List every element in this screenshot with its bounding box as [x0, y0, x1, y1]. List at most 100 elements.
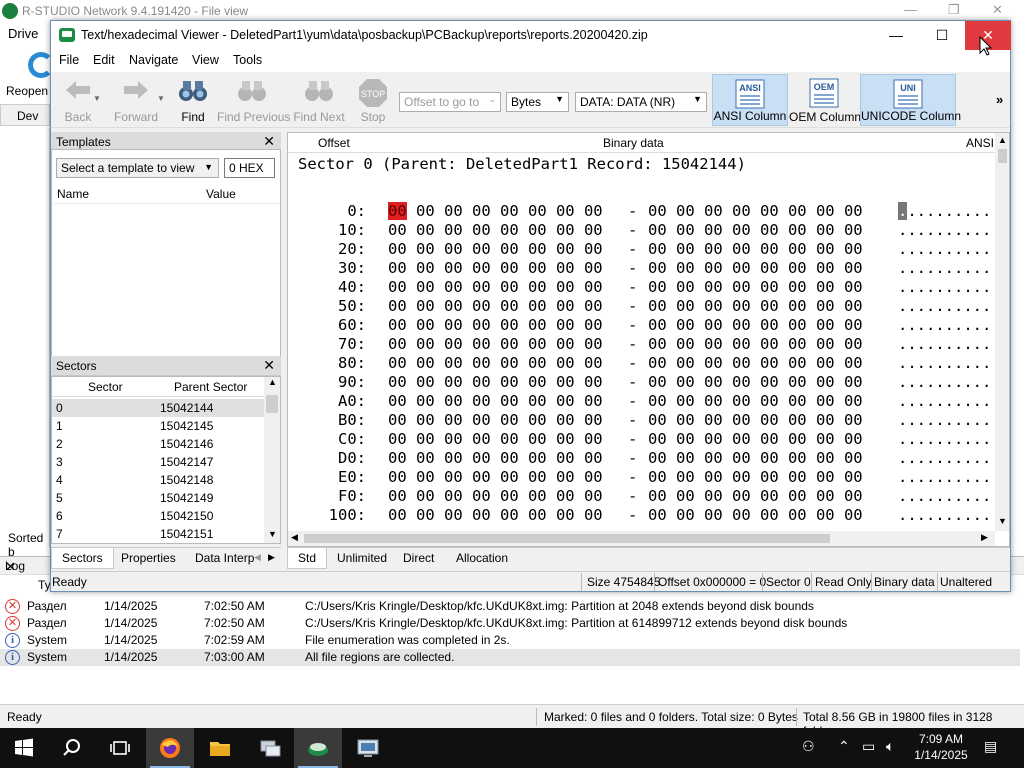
find-next-button[interactable]: Find Next: [291, 74, 347, 126]
template-offset-input[interactable]: 0 HEX: [224, 158, 275, 178]
bg-devices-tab[interactable]: Dev: [0, 104, 50, 126]
hex-row[interactable]: 20: 00 00 00 00 00 00 00 00-00 00 00 00 0…: [288, 240, 991, 259]
chevron-up-icon[interactable]: ⌃: [838, 738, 850, 755]
volume-icon[interactable]: 🔈︎: [886, 738, 894, 755]
offset-goto-input[interactable]: Offset to go to ⌄: [399, 92, 501, 112]
bg-maximize-icon[interactable]: ❐: [948, 2, 960, 18]
bg-close-icon[interactable]: ✕: [992, 2, 1003, 18]
ansi-column-toggle[interactable]: ANSI ANSI Column: [712, 74, 788, 126]
hex-col-binary[interactable]: Binary data: [603, 136, 664, 150]
tab-std[interactable]: Std: [287, 548, 328, 569]
menu-file[interactable]: File: [59, 53, 79, 67]
find-button[interactable]: Find: [173, 74, 213, 126]
data-mode-select[interactable]: DATA: DATA (NR) ▼: [575, 92, 707, 112]
selected-ansi-char[interactable]: .: [898, 202, 908, 220]
taskbar-network-app[interactable]: [246, 728, 294, 768]
hex-row[interactable]: 40: 00 00 00 00 00 00 00 00-00 00 00 00 0…: [288, 278, 991, 297]
scroll-up-icon[interactable]: ▲: [998, 135, 1007, 145]
log-row[interactable]: i System 1/14/2025 7:03:00 AM All file r…: [0, 649, 1020, 666]
scrollbar-thumb[interactable]: [304, 534, 830, 543]
maximize-button[interactable]: ☐: [919, 21, 965, 50]
sectors-close-icon[interactable]: ✕: [263, 357, 275, 374]
tab-allocation[interactable]: Allocation: [446, 548, 518, 569]
hex-horizontal-scrollbar[interactable]: ◀ ▶: [288, 531, 995, 546]
hex-vertical-scrollbar[interactable]: ▲ ▼: [995, 133, 1009, 531]
taskbar-r-studio-network[interactable]: [344, 728, 392, 768]
menu-edit[interactable]: Edit: [93, 53, 115, 67]
minimize-button[interactable]: —: [873, 21, 919, 50]
people-icon[interactable]: ⚇: [802, 738, 815, 755]
sector-row[interactable]: 5 15042149: [52, 489, 264, 507]
log-row[interactable]: i System 1/14/2025 7:02:59 AM File enume…: [0, 632, 1020, 649]
templates-close-icon[interactable]: ✕: [263, 133, 275, 150]
tab-scroll-right-icon[interactable]: ▶: [268, 552, 275, 563]
sector-row[interactable]: 0 15042144: [52, 399, 264, 417]
taskbar-clock[interactable]: 7:09 AM 1/14/2025: [910, 731, 972, 763]
sector-row[interactable]: 7 15042151: [52, 525, 264, 543]
tab-sectors[interactable]: Sectors: [51, 548, 114, 569]
sector-row[interactable]: 4 15042148: [52, 471, 264, 489]
taskbar-r-studio[interactable]: [294, 728, 342, 768]
hex-row[interactable]: D0: 00 00 00 00 00 00 00 00-00 00 00 00 0…: [288, 449, 991, 468]
taskbar-file-explorer[interactable]: [196, 728, 244, 768]
sectors-col-parent[interactable]: Parent Sector: [174, 380, 247, 394]
toolbar-overflow-icon[interactable]: »: [996, 92, 1003, 107]
template-select[interactable]: Select a template to view ▼: [56, 158, 219, 178]
taskbar-firefox[interactable]: [146, 728, 194, 768]
hex-col-ansi[interactable]: ANSI: [966, 136, 994, 150]
tab-unlimited[interactable]: Unlimited: [327, 548, 397, 569]
sectors-col-sector[interactable]: Sector: [88, 380, 123, 394]
units-select[interactable]: Bytes ▼: [506, 92, 569, 112]
tab-data-interpreter[interactable]: Data Interp: [185, 548, 264, 569]
hex-row[interactable]: 60: 00 00 00 00 00 00 00 00-00 00 00 00 0…: [288, 316, 991, 335]
sector-row[interactable]: 1 15042145: [52, 417, 264, 435]
hex-row[interactable]: 80: 00 00 00 00 00 00 00 00-00 00 00 00 0…: [288, 354, 991, 373]
hex-row[interactable]: F0: 00 00 00 00 00 00 00 00-00 00 00 00 0…: [288, 487, 991, 506]
hex-row[interactable]: 10: 00 00 00 00 00 00 00 00-00 00 00 00 0…: [288, 221, 991, 240]
unicode-column-toggle[interactable]: UNI UNICODE Column: [860, 74, 961, 126]
sector-row[interactable]: 6 15042150: [52, 507, 264, 525]
scrollbar-thumb[interactable]: [266, 395, 278, 413]
hex-row[interactable]: 50: 00 00 00 00 00 00 00 00-00 00 00 00 0…: [288, 297, 991, 316]
start-button[interactable]: [0, 728, 48, 768]
bg-reopen-button[interactable]: Reopen: [0, 44, 54, 102]
network-icon[interactable]: ▭: [862, 738, 875, 755]
search-button[interactable]: [48, 728, 96, 768]
log-row[interactable]: ✕ Раздел 1/14/2025 7:02:50 AM C:/Users/K…: [0, 598, 1020, 615]
hex-row[interactable]: A0: 00 00 00 00 00 00 00 00-00 00 00 00 0…: [288, 392, 991, 411]
find-previous-button[interactable]: Find Previous: [217, 74, 290, 126]
stop-button[interactable]: STOP Stop: [353, 74, 393, 126]
forward-dropdown-icon[interactable]: ▼: [157, 94, 165, 103]
selected-byte[interactable]: 00: [388, 202, 407, 220]
scroll-down-icon[interactable]: ▼: [998, 516, 1007, 526]
back-dropdown-icon[interactable]: ▼: [93, 94, 101, 103]
hex-row[interactable]: E0: 00 00 00 00 00 00 00 00-00 00 00 00 0…: [288, 468, 991, 487]
scroll-left-icon[interactable]: ◀: [291, 532, 298, 543]
bg-minimize-icon[interactable]: —: [904, 2, 917, 17]
hex-row[interactable]: 90: 00 00 00 00 00 00 00 00-00 00 00 00 0…: [288, 373, 991, 392]
notifications-icon[interactable]: ▤: [984, 738, 997, 755]
sector-row[interactable]: 3 15042147: [52, 453, 264, 471]
oem-column-toggle[interactable]: OEM OEM Column: [789, 74, 861, 126]
tab-scroll-left-icon[interactable]: ◀: [254, 552, 261, 563]
menu-navigate[interactable]: Navigate: [129, 53, 178, 67]
sectors-scrollbar[interactable]: ▲ ▼: [264, 377, 280, 543]
hex-row[interactable]: 70: 00 00 00 00 00 00 00 00-00 00 00 00 0…: [288, 335, 991, 354]
hex-view[interactable]: Offset Binary data ANSI Sector 0 (Parent…: [287, 132, 1010, 547]
menu-view[interactable]: View: [192, 53, 219, 67]
scrollbar-thumb[interactable]: [998, 149, 1007, 163]
viewer-titlebar[interactable]: Text/hexadecimal Viewer - DeletedPart1\y…: [51, 21, 1011, 50]
hex-row[interactable]: B0: 00 00 00 00 00 00 00 00-00 00 00 00 0…: [288, 411, 991, 430]
log-row[interactable]: ✕ Раздел 1/14/2025 7:02:50 AM C:/Users/K…: [0, 615, 1020, 632]
templates-col-value[interactable]: Value: [206, 187, 236, 201]
hex-row[interactable]: C0: 00 00 00 00 00 00 00 00-00 00 00 00 0…: [288, 430, 991, 449]
templates-col-name[interactable]: Name: [57, 187, 89, 201]
scroll-right-icon[interactable]: ▶: [981, 532, 988, 543]
hex-col-offset[interactable]: Offset: [318, 136, 350, 150]
tab-properties[interactable]: Properties: [111, 548, 186, 569]
hex-row[interactable]: 100: 00 00 00 00 00 00 00 00-00 00 00 00 …: [288, 506, 992, 525]
bg-menu-drive[interactable]: Drive: [8, 26, 38, 41]
task-view-button[interactable]: [96, 728, 144, 768]
menu-tools[interactable]: Tools: [233, 53, 262, 67]
sector-row[interactable]: 2 15042146: [52, 435, 264, 453]
